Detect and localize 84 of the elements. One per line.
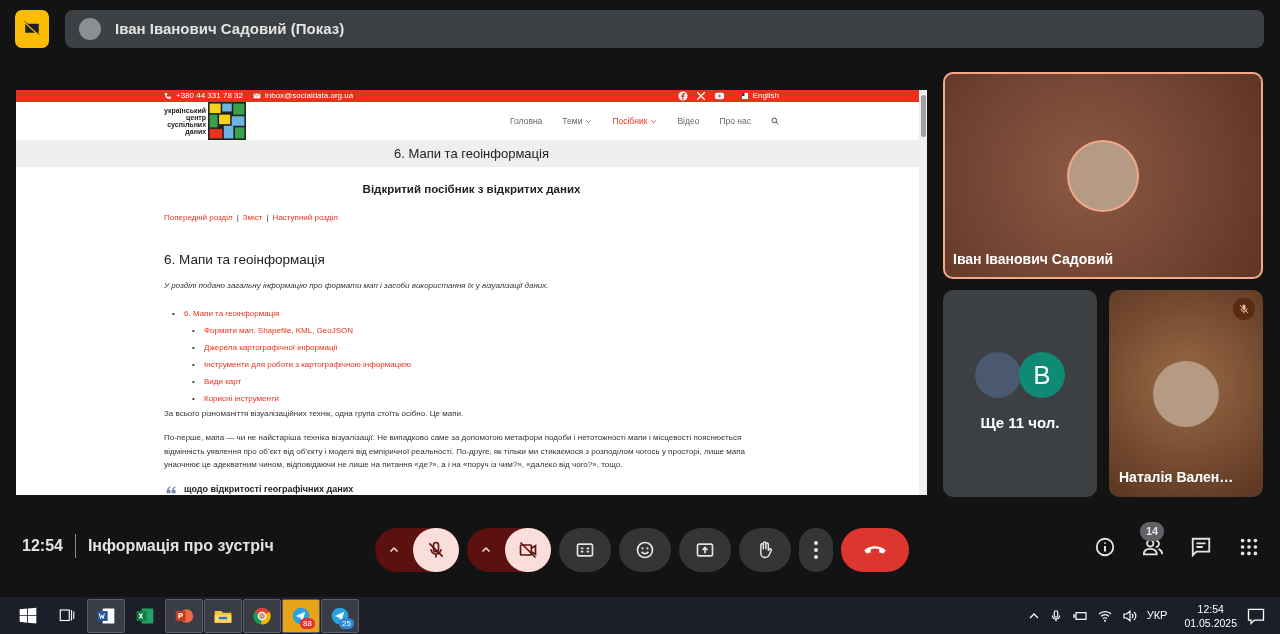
presentation-button[interactable] [15,10,49,48]
keyboard-language[interactable]: УКР [1146,607,1168,624]
more-options-button[interactable] [799,528,833,572]
facebook-icon[interactable] [677,91,688,101]
chapter-link[interactable]: Зміст [242,212,263,225]
bullet: • [192,375,196,388]
nav-link[interactable]: Посібник [612,114,658,128]
section-heading: 6. Мапи та геоінформація [164,251,326,270]
windows-logo-icon [18,605,38,626]
flag-icon [740,93,749,99]
bullet: • [192,341,196,354]
taskbar-app[interactable] [204,598,242,633]
language-link[interactable]: English [752,90,779,102]
raise-hand-button[interactable] [739,528,791,572]
paragraph: За всього різноманіття візуалізаційних технік, одна група стоїть осібно. Це мапи. [164,407,465,420]
toc-link[interactable]: Формати мап. Shapefile, KML, GeoJSON [204,325,353,335]
avatar [1069,141,1137,210]
present-screen-icon [695,540,715,560]
paragraph: По-перше, мапа — чи не найстаріша техніка візуалізації. Не випадково саме за допомогою метафори подоби і нетотожності мапи і місцевості пояснюється відмінність уявлення про об’єкт від об’єкту і моделі від емпіричної реальності. По-друге, як тільки ми стикаємося з розподілом чогось у просторі, лише мапа унаочнює це адекватним чином, відповідаючи не лише на питання «де?», а і на «поруч із чим?», «далеко від чого?», тощо. [164,432,746,471]
apps-grid-icon[interactable] [1238,536,1260,558]
captions-icon [575,540,595,560]
chapter-link[interactable]: Наступний розділ [272,212,338,225]
taskbar-app[interactable] [243,598,281,633]
camera-off-icon [518,540,538,560]
taskbar-app[interactable]: 25 [321,598,359,633]
toc-link[interactable]: Інструменти для роботи з картографічною інформацією [204,359,412,369]
toc-link[interactable]: 6. Мапи та геоінформація [184,308,280,318]
separator: | [236,212,239,225]
mic-off-icon [426,540,446,560]
notification-badge: 88 [300,617,315,629]
nav-link[interactable]: Відео [677,114,700,128]
present-screen-button[interactable] [679,528,731,572]
notification-badge: 25 [339,617,354,629]
x-logo-icon[interactable] [695,91,706,101]
bullet: • [192,358,196,371]
leave-call-button[interactable] [841,528,909,572]
avatar: В [1019,352,1065,399]
quote-heading: щодо відкритості географічних даних [184,482,354,495]
nav-link[interactable]: Головна [510,114,543,128]
others-count: Ще 11 чол. [980,413,1060,434]
scrollbar[interactable] [919,90,927,495]
phone-hangup-icon [864,546,886,554]
reactions-button[interactable] [619,528,671,572]
nav-link[interactable]: Про нас [719,114,751,128]
smiley-icon [635,540,655,560]
screen-off-icon [23,20,41,38]
chapter-link[interactable]: Попередній розділ [164,212,233,225]
toc-link[interactable]: Корисні інструменти [204,393,280,403]
bullet: • [192,392,196,405]
avatar [79,18,101,40]
page-title: 6. Мапи та геоінформація [394,146,549,161]
participant-name: Іван Іванович Садовий [953,250,1114,269]
toc-link[interactable]: Види карт [204,376,242,386]
bullet: • [192,324,196,337]
bullet: • [172,307,176,320]
separator: | [266,212,269,225]
meeting-time: 12:54 [22,533,76,558]
search-icon[interactable] [771,117,779,125]
clock-date[interactable]: 01.05.2025 [1184,615,1237,630]
taskbar-app[interactable]: 88 [282,598,320,633]
microphone-button[interactable] [413,528,459,572]
more-vertical-icon [814,541,818,559]
speaker-icon[interactable] [1121,607,1138,624]
avatar [975,352,1021,399]
guide-title: Відкритий посібник з відкритих даних [361,182,582,197]
clock-time[interactable]: 12:54 [1197,601,1224,616]
phone-icon [164,92,172,100]
phone-number: +380 44 331 78 32 [176,90,243,102]
nav-link[interactable]: Теми [562,114,593,128]
meeting-info-link[interactable]: Інформація про зустріч [75,533,274,558]
video-play-icon[interactable] [713,91,725,101]
mic-off-icon [1238,303,1250,315]
captions-button[interactable] [559,528,611,572]
intro-text: У розділі подано загальну інформацію про формати мап і засоби використання їх у візуалізації даних. [164,279,550,292]
camera-button[interactable] [505,528,551,572]
participant-count: 14 [1140,522,1165,541]
browser-icon [252,605,272,626]
chat-icon[interactable] [1190,536,1212,558]
taskbar-app[interactable] [87,598,125,633]
participant-name: Наталія Вален… [1119,468,1234,487]
presenter-name: Іван Іванович Садовий (Показ) [115,18,345,39]
toc-link[interactable]: Джерела картографічної інформації [204,342,338,352]
info-icon[interactable] [1094,536,1116,558]
email-link[interactable]: inbox@socialdata.org.ua [264,90,354,102]
